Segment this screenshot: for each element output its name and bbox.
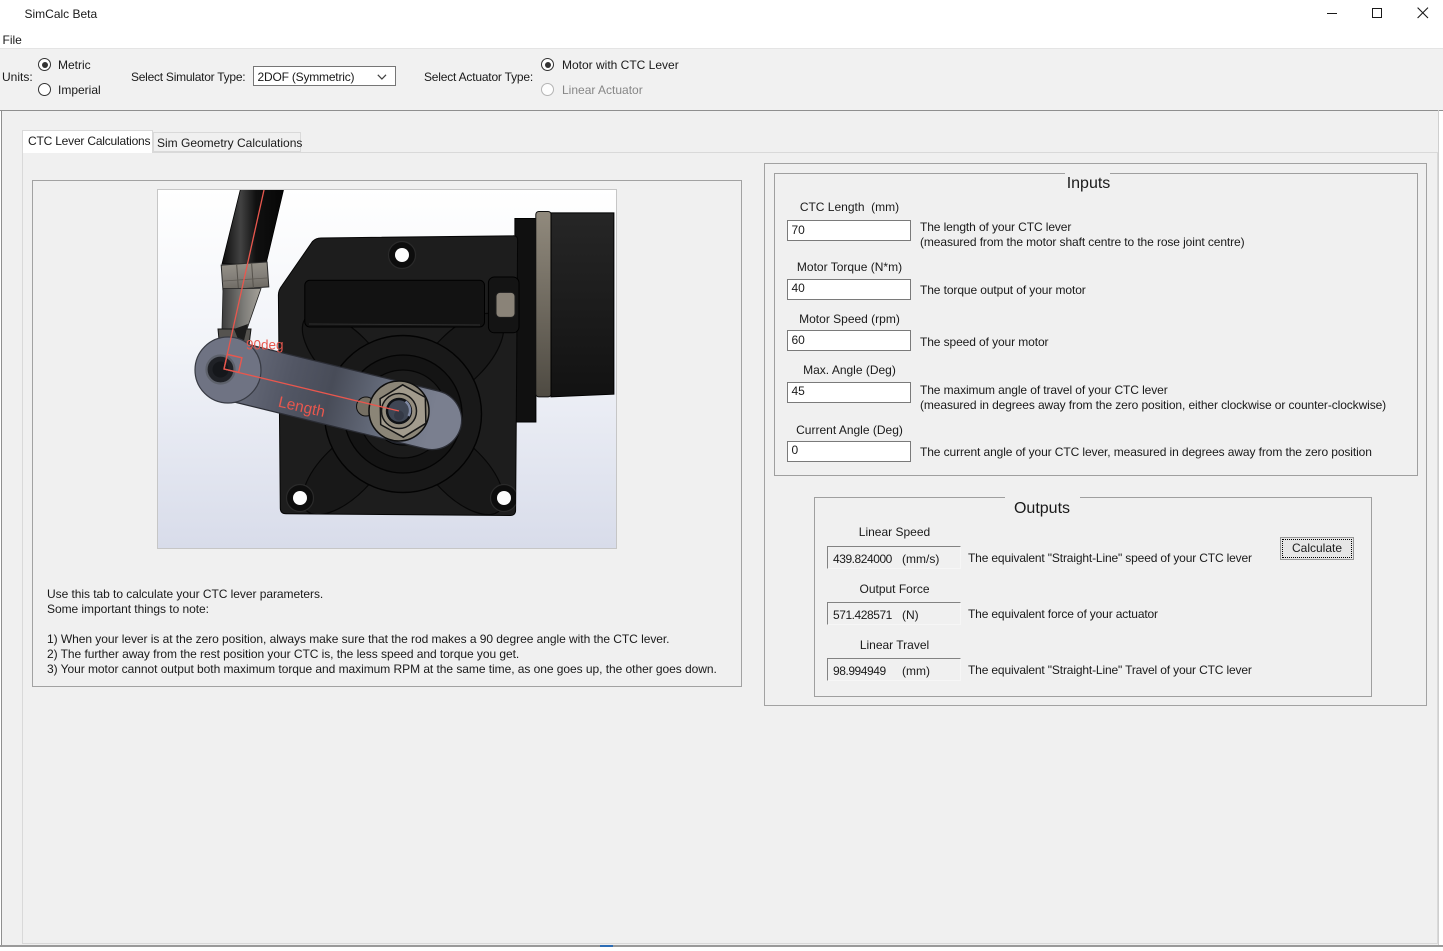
svg-text:90deg: 90deg: [246, 338, 284, 353]
